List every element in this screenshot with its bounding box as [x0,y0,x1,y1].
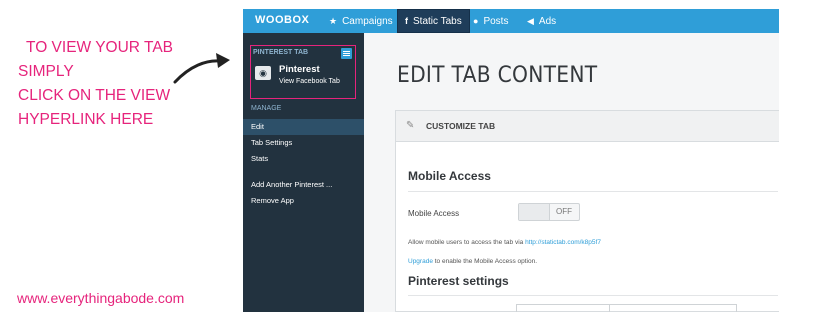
toggle-state: OFF [556,207,572,216]
input-separator [609,305,610,312]
app-logo[interactable]: WOOBOX [255,14,309,26]
megaphone-icon: ◀ [527,15,534,26]
annotation-line: SIMPLY [18,63,74,80]
facebook-icon: f [405,16,408,26]
edit-icon: ✎ [406,120,415,131]
upgrade-note: to enable the Mobile Access option. [434,258,538,265]
pinterest-icon: ◉ [255,66,271,80]
top-navbar: WOOBOX ★ Campaigns f Static Tabs ● Posts… [243,9,779,33]
sidebar: PINTEREST TAB ◉ Pinterest View Facebook … [243,33,364,312]
annotation-text: TO VIEW YOUR TAB SIMPLY CLICK ON THE VIE… [18,36,173,132]
sidebar-item-stats[interactable]: Stats [243,151,364,167]
nav-static-tabs[interactable]: f Static Tabs [397,9,470,33]
nav-label: Campaigns [342,15,393,27]
annotation-line: TO VIEW YOUR TAB [26,39,173,56]
nav-campaigns[interactable]: ★ Campaigns [329,9,393,33]
tab-card: PINTEREST TAB ◉ Pinterest View Facebook … [250,45,356,99]
upgrade-text: Upgrade to enable the Mobile Access opti… [408,258,537,265]
help-text: Allow mobile users to access the tab via [408,239,524,246]
settings-input[interactable] [516,304,737,312]
view-facebook-tab-link[interactable]: View Facebook Tab [279,78,340,85]
mobile-access-label: Mobile Access [408,209,460,218]
tab-name: Pinterest [279,64,320,75]
app-screenshot: WOOBOX ★ Campaigns f Static Tabs ● Posts… [243,9,779,312]
static-tab-url-link[interactable]: http://statictab.com/k8p5f7 [525,239,601,246]
annotation-line: CLICK ON THE VIEW [18,87,171,104]
mobile-access-title: Mobile Access [408,169,491,183]
sidebar-item-edit[interactable]: Edit [243,119,364,135]
customize-panel: ✎ CUSTOMIZE TAB Mobile Access Mobile Acc… [395,110,779,312]
sidebar-item-add-another[interactable]: Add Another Pinterest ... [243,177,364,193]
nav-posts[interactable]: ● Posts [473,9,508,33]
nav-label: Ads [538,15,557,27]
nav-label: Static Tabs [413,15,462,27]
website-url: www.everythingabode.com [17,290,185,306]
chat-icon: ● [473,16,479,26]
manage-label: MANAGE [251,105,282,112]
panel-header-label: CUSTOMIZE TAB [426,121,496,131]
mobile-help-text: Allow mobile users to access the tab via… [408,239,601,246]
mobile-access-toggle[interactable]: OFF [518,203,580,221]
nav-label: Posts [483,15,509,27]
page-title: EDIT TAB CONTENT [397,63,598,88]
annotation-line: HYPERLINK HERE [18,111,154,128]
panel-header[interactable]: ✎ CUSTOMIZE TAB [396,111,779,142]
upgrade-link[interactable]: Upgrade [408,258,433,265]
nav-ads[interactable]: ◀ Ads [527,9,556,33]
arrow-icon [173,53,230,84]
tab-header: PINTEREST TAB [253,49,309,56]
star-icon: ★ [329,15,338,26]
divider [408,295,778,296]
toggle-knob [519,204,550,220]
main-content: EDIT TAB CONTENT ✎ CUSTOMIZE TAB Mobile … [364,33,779,312]
pinterest-settings-title: Pinterest settings [408,274,509,288]
menu-icon[interactable] [341,48,352,59]
sidebar-item-remove-app[interactable]: Remove App [243,193,364,209]
divider [408,191,778,192]
sidebar-item-tab-settings[interactable]: Tab Settings [243,135,364,151]
